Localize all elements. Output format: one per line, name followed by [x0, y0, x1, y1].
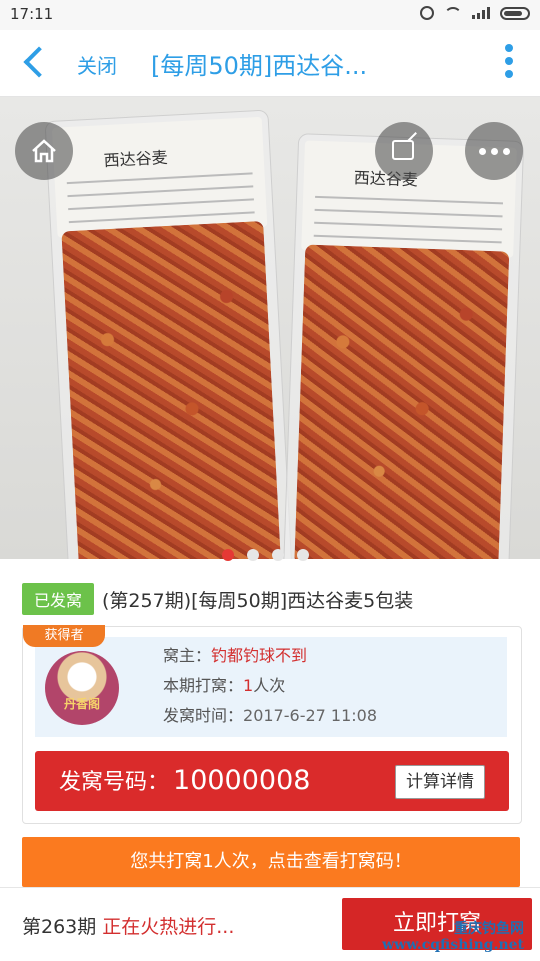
current-period-info[interactable]: 第263期 正在火热进行... — [22, 912, 234, 939]
product-image-carousel[interactable]: 西达谷麦 西达谷麦 — [0, 97, 540, 559]
owner-label: 窝主： — [163, 646, 212, 665]
share-button[interactable] — [375, 122, 433, 180]
pager-dot[interactable] — [247, 549, 259, 561]
watermark-url: www.cqfishing.net — [382, 937, 524, 953]
winning-code: 发窝号码： 10000008 — [59, 764, 310, 796]
avatar[interactable]: 丹香阁 — [45, 651, 119, 725]
bag-grain-content — [61, 220, 283, 559]
view-codes-banner[interactable]: 您共打窝1人次，点击查看打窝码！ — [22, 837, 520, 887]
alarm-icon — [420, 6, 434, 20]
top-nav-bar: 关闭 [每周50期]西达谷... — [0, 30, 540, 97]
owner-row: 窝主：钓都钓球不到 — [163, 641, 377, 671]
current-period: 第263期 — [22, 916, 97, 938]
signal-icon — [472, 7, 490, 19]
winning-code-bar: 发窝号码： 10000008 计算详情 — [35, 751, 509, 811]
count-value: 1 — [243, 676, 254, 695]
more-vertical-icon[interactable] — [504, 44, 514, 84]
product-photo-bag-right: 西达谷麦 — [281, 133, 525, 559]
bag-label-title: 西达谷麦 — [103, 147, 169, 171]
winner-details: 窝主：钓都钓球不到 本期打窝：1人次 发窝时间：2017-6-27 11:08 — [163, 641, 377, 731]
status-badge: 已发窝 — [22, 583, 95, 615]
count-label: 本期打窝： — [163, 676, 244, 695]
product-title: (第257期)[每周50期]西达谷麦5包装 — [102, 589, 414, 612]
product-photo-bag-left: 西达谷麦 — [44, 109, 296, 559]
bottom-bar: 第263期 正在火热进行... 立即打窝 重庆钓鱼网 www.cqfishing.… — [0, 887, 540, 961]
winner-tag: 获得者 — [23, 625, 105, 647]
home-button[interactable] — [15, 122, 73, 180]
wifi-icon — [444, 7, 462, 19]
pager-dot[interactable] — [272, 549, 284, 561]
count-unit: 人次 — [253, 676, 286, 695]
status-bar: 17:11 — [0, 0, 540, 30]
battery-icon — [500, 6, 530, 20]
close-button[interactable]: 关闭 — [77, 50, 117, 79]
count-row: 本期打窝：1人次 — [163, 671, 377, 701]
avatar-text: 丹香阁 — [63, 697, 100, 711]
bag-label: 西达谷麦 — [51, 116, 268, 238]
back-arrow-icon[interactable] — [23, 46, 55, 78]
carousel-pager[interactable] — [222, 549, 309, 561]
home-icon — [32, 139, 56, 163]
code-number: 10000008 — [173, 765, 311, 796]
pager-dot-active[interactable] — [222, 549, 234, 561]
owner-name[interactable]: 钓都钓球不到 — [211, 646, 307, 665]
time-value: 2017-6-27 11:08 — [243, 706, 378, 725]
status-icons — [420, 6, 530, 20]
more-horizontal-icon — [479, 148, 510, 155]
watermark-title: 重庆钓鱼网 — [454, 921, 524, 937]
bag-grain-content — [294, 244, 510, 559]
code-label: 发窝号码： — [59, 770, 170, 795]
pager-dot[interactable] — [297, 549, 309, 561]
time-row: 发窝时间：2017-6-27 11:08 — [163, 701, 377, 731]
share-icon — [392, 140, 414, 160]
calculation-details-button[interactable]: 计算详情 — [395, 765, 485, 799]
product-title-row: 已发窝 (第257期)[每周50期]西达谷麦5包装 — [22, 583, 414, 615]
page-title: [每周50期]西达谷... — [151, 52, 368, 80]
winner-card: 获得者 丹香阁 窝主：钓都钓球不到 本期打窝：1人次 发窝时间：2017-6-2… — [22, 625, 522, 824]
time-label: 发窝时间： — [163, 706, 244, 725]
period-status: 正在火热进行... — [102, 916, 235, 938]
status-time: 17:11 — [10, 5, 54, 23]
watermark-logo: 重庆钓鱼网 www.cqfishing.net — [382, 921, 524, 953]
more-options-button[interactable] — [465, 122, 523, 180]
